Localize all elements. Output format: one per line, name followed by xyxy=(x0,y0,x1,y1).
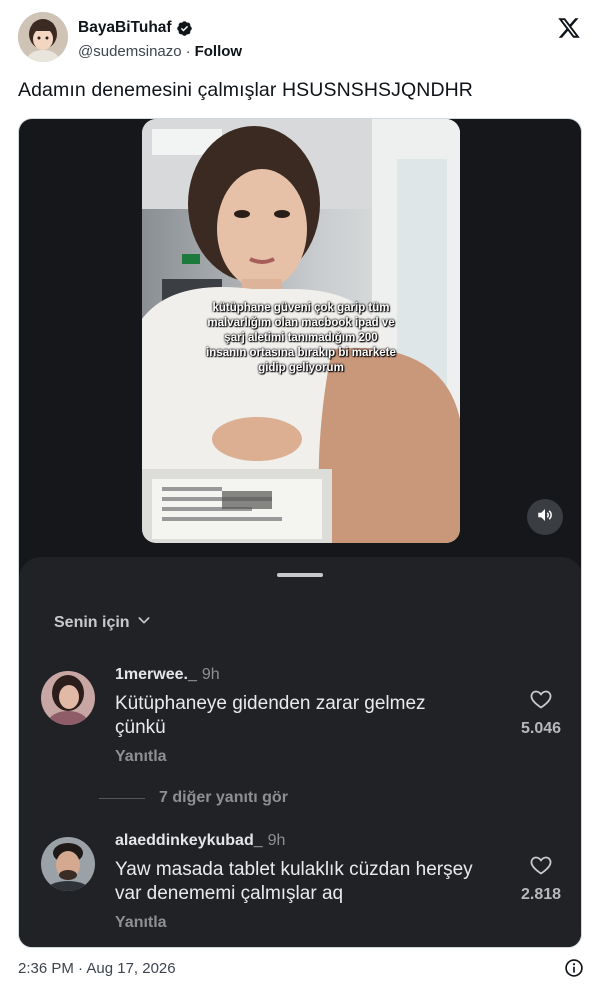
commenter-avatar[interactable] xyxy=(41,671,95,725)
tweet-header: BayaBiTuhaf @sudemsinazo · Follow xyxy=(18,12,584,64)
volume-button[interactable] xyxy=(527,499,563,535)
divider-line xyxy=(99,797,145,799)
author-handle[interactable]: @sudemsinazo xyxy=(78,43,182,60)
like-count: 5.046 xyxy=(520,720,562,737)
comment-text: Kütüphaneye gidenden zarar gelmez çünkü xyxy=(115,693,426,738)
comment-username[interactable]: 1merwee._ 9h xyxy=(115,666,220,684)
comment-time: 9h xyxy=(267,832,286,849)
x-logo-icon[interactable] xyxy=(557,16,581,40)
sheet-drag-handle[interactable] xyxy=(277,573,323,577)
heart-icon xyxy=(528,856,554,881)
tweet-footer: 2:36 PM · Aug 17, 2026 xyxy=(18,956,584,980)
verified-badge-icon xyxy=(176,20,193,37)
filter-label: Senin için xyxy=(54,613,130,631)
author-display-name[interactable]: BayaBiTuhaf xyxy=(78,19,172,37)
tweet-timestamp[interactable]: 2:36 PM · Aug 17, 2026 xyxy=(18,960,176,977)
comment-time: 9h xyxy=(201,666,220,683)
separator-dot: · xyxy=(185,42,191,60)
more-replies-label: 7 diğer yanıtı gör xyxy=(159,789,288,806)
author-avatar[interactable] xyxy=(18,12,68,62)
video-caption: kütüphane güveni çok garip tüm malvarlığ… xyxy=(206,302,396,374)
info-icon[interactable] xyxy=(564,958,584,978)
tweet-text: Adamın denemesini çalmışlar HSUSNSHSJQND… xyxy=(18,79,473,101)
comment-item: alaeddinkeykubad_ 9h Yaw masada tablet ku… xyxy=(19,827,581,947)
comments-sheet: Senin için 1merwee._ 9h Kütüphaneye giden… xyxy=(19,557,581,947)
comment-text: Yaw masada tablet kulaklık cüzdan herşey… xyxy=(115,859,473,904)
video-frame[interactable]: kütüphane güveni çok garip tüm malvarlığ… xyxy=(142,119,460,543)
volume-icon xyxy=(536,506,554,529)
comment-filter-dropdown[interactable]: Senin için xyxy=(54,612,152,633)
like-button[interactable]: 5.046 xyxy=(509,687,573,738)
like-count: 2.818 xyxy=(520,886,562,903)
username-text: alaeddinkeykubad_ xyxy=(115,832,263,849)
heart-icon xyxy=(528,690,554,715)
username-text: 1merwee._ xyxy=(115,666,197,683)
like-button[interactable]: 2.818 xyxy=(509,853,573,904)
reply-button[interactable]: Yanıtla xyxy=(115,914,167,932)
comment-item: 1merwee._ 9h Kütüphaneye gidenden zarar g… xyxy=(19,661,581,781)
comment-username[interactable]: alaeddinkeykubad_ 9h xyxy=(115,832,285,850)
reply-button[interactable]: Yanıtla xyxy=(115,748,167,766)
commenter-avatar[interactable] xyxy=(41,837,95,891)
chevron-down-icon xyxy=(136,612,152,633)
media-card[interactable]: kütüphane güveni çok garip tüm malvarlığ… xyxy=(18,118,582,948)
follow-button[interactable]: Follow xyxy=(195,43,243,60)
view-more-replies[interactable]: 7 diğer yanıtı gör xyxy=(99,789,288,807)
